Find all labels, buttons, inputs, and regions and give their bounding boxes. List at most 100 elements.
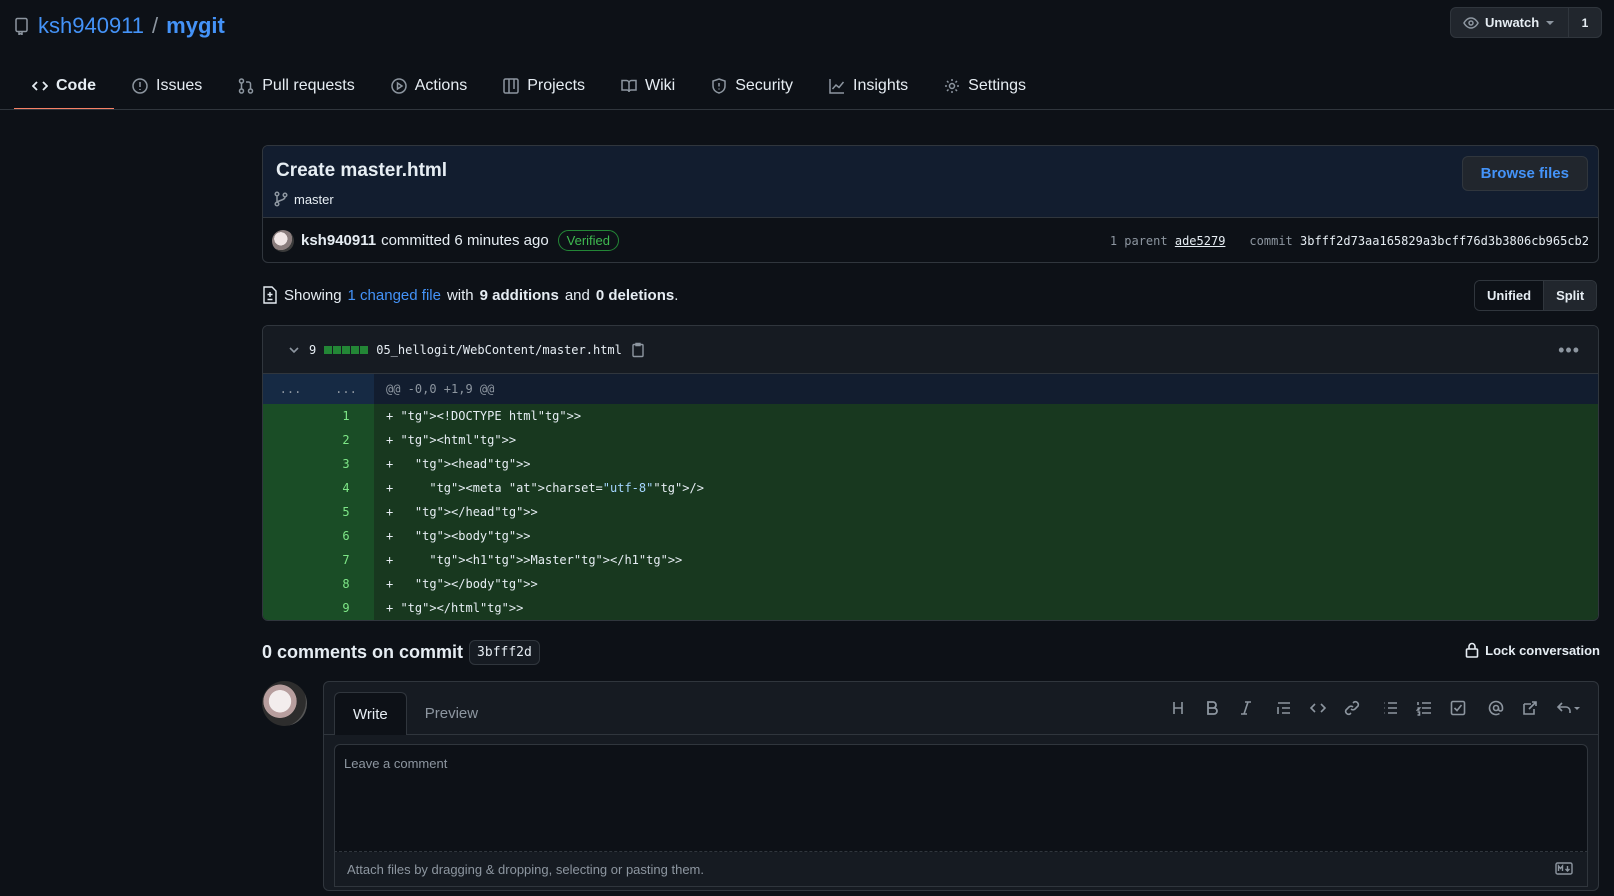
old-line-number[interactable] [263, 524, 318, 548]
branch-icon [274, 191, 288, 207]
diff-line-code: + "tg"><head"tg">> [386, 457, 531, 471]
tab-label: Projects [527, 77, 586, 94]
old-line-number[interactable] [263, 500, 318, 524]
new-line-number[interactable]: 3 [318, 452, 374, 476]
task-list-icon[interactable] [1450, 700, 1466, 716]
quote-icon[interactable] [1276, 700, 1292, 716]
lock-icon [1465, 642, 1479, 658]
hunk-expand-left[interactable]: ... [263, 374, 318, 404]
old-line-number[interactable] [263, 428, 318, 452]
commit-label: commit [1249, 233, 1293, 248]
tab-security[interactable]: Security [693, 62, 811, 110]
old-line-number[interactable] [263, 596, 318, 620]
diff-line-code: + "tg"><h1"tg">>Master"tg"></h1"tg">> [386, 553, 683, 567]
diff-view-toggle: Unified Split [1474, 280, 1598, 311]
caret-down-icon [1545, 19, 1555, 27]
commit-sha: 3bfff2d73aa165829a3bcff76d3b3806cb965cb2 [1300, 233, 1589, 248]
tabs-divider [0, 109, 1614, 110]
old-line-number[interactable] [263, 572, 318, 596]
repo-nav-tabs: Code Issues Pull requests Actions Projec… [14, 62, 1044, 110]
summary-suffix: . [674, 286, 679, 304]
new-line-number[interactable]: 5 [318, 500, 374, 524]
attach-files-area[interactable]: Attach files by dragging & dropping, sel… [334, 852, 1588, 887]
tab-settings[interactable]: Settings [926, 62, 1044, 110]
author-link[interactable]: ksh940911 [301, 232, 376, 249]
new-line-number[interactable]: 9 [318, 596, 374, 620]
repo-name-link[interactable]: mygit [166, 13, 225, 39]
unwatch-label: Unwatch [1485, 15, 1540, 30]
new-line-number[interactable]: 7 [318, 548, 374, 572]
tab-label: Pull requests [262, 77, 355, 94]
repo-owner-link[interactable]: ksh940911 [38, 13, 144, 39]
old-line-number[interactable] [263, 476, 318, 500]
diff-line: 2 + "tg"><html"tg">> [263, 428, 1598, 452]
ordered-list-icon[interactable] [1416, 700, 1432, 716]
bold-icon[interactable] [1204, 700, 1220, 716]
hunk-expand-right[interactable]: ... [318, 374, 374, 404]
code-icon[interactable] [1310, 700, 1326, 716]
gear-icon [944, 78, 960, 94]
old-line-number[interactable] [263, 404, 318, 428]
old-line-number[interactable] [263, 548, 318, 572]
italic-icon[interactable] [1238, 700, 1254, 716]
diff-line: 7 + "tg"><h1"tg">>Master"tg"></h1"tg">> [263, 548, 1598, 572]
link-icon[interactable] [1344, 700, 1360, 716]
reply-icon[interactable] [1556, 700, 1580, 716]
new-line-number[interactable]: 4 [318, 476, 374, 500]
tab-actions[interactable]: Actions [373, 62, 485, 110]
summary-and: and [564, 286, 590, 304]
changed-files-link[interactable]: 1 changed file [348, 287, 441, 304]
diff-line-code: + "tg"></html"tg">> [386, 601, 524, 615]
preview-tab[interactable]: Preview [407, 692, 496, 735]
file-diff-icon [262, 286, 278, 304]
commit-meta: ksh940911 committed 6 minutes ago Verifi… [263, 218, 1598, 262]
tab-issues[interactable]: Issues [114, 62, 220, 110]
write-tab[interactable]: Write [334, 692, 407, 735]
file-path-link[interactable]: 05_hellogit/WebContent/master.html [376, 343, 622, 357]
comments-title: 0 comments on commit [262, 642, 464, 662]
shield-icon [711, 78, 727, 94]
comment-textarea[interactable]: Leave a comment [334, 744, 1588, 852]
tab-code[interactable]: Code [14, 62, 114, 110]
browse-files-button[interactable]: Browse files [1461, 156, 1588, 191]
tab-insights[interactable]: Insights [811, 62, 926, 110]
unified-view-button[interactable]: Unified [1475, 281, 1545, 310]
author-avatar[interactable] [272, 229, 294, 252]
repo-icon [14, 17, 30, 35]
heading-icon[interactable] [1170, 700, 1186, 716]
user-avatar[interactable] [262, 681, 307, 726]
unordered-list-icon[interactable] [1382, 700, 1398, 716]
cross-reference-icon[interactable] [1522, 700, 1538, 716]
diff-line: 5 + "tg"></head"tg">> [263, 500, 1598, 524]
kebab-menu-icon[interactable]: ••• [1558, 340, 1580, 361]
diff-line: 3 + "tg"><head"tg">> [263, 452, 1598, 476]
tab-wiki[interactable]: Wiki [603, 62, 693, 110]
old-line-number[interactable] [263, 452, 318, 476]
repo-header: ksh940911 / mygit [14, 8, 225, 44]
split-view-button[interactable]: Split [1544, 281, 1597, 310]
diff-line-code: + "tg"><meta "at">charset="utf-8""tg">/> [386, 481, 704, 495]
table-icon [503, 78, 519, 94]
unwatch-button[interactable]: Unwatch [1451, 8, 1569, 37]
repo-separator: / [152, 13, 159, 38]
commit-sha-chip: 3bfff2d [469, 640, 540, 665]
tab-pull-requests[interactable]: Pull requests [220, 62, 373, 110]
new-line-number[interactable]: 2 [318, 428, 374, 452]
branch-indicator[interactable]: master [274, 191, 334, 207]
issue-icon [132, 78, 148, 94]
tab-label: Actions [414, 77, 468, 94]
copy-icon[interactable] [630, 342, 646, 358]
markdown-icon[interactable] [1555, 862, 1573, 875]
watchers-count[interactable]: 1 [1569, 8, 1601, 37]
parent-sha-link[interactable]: ade5279 [1175, 234, 1226, 248]
tab-label: Insights [853, 77, 909, 94]
lock-conversation-button[interactable]: Lock conversation [1465, 642, 1600, 658]
chevron-down-icon[interactable] [287, 343, 301, 357]
new-line-number[interactable]: 1 [318, 404, 374, 428]
verified-badge[interactable]: Verified [557, 230, 620, 251]
new-line-number[interactable]: 8 [318, 572, 374, 596]
tab-projects[interactable]: Projects [485, 62, 603, 110]
tab-label: Code [56, 77, 96, 94]
mention-icon[interactable] [1488, 700, 1504, 716]
new-line-number[interactable]: 6 [318, 524, 374, 548]
